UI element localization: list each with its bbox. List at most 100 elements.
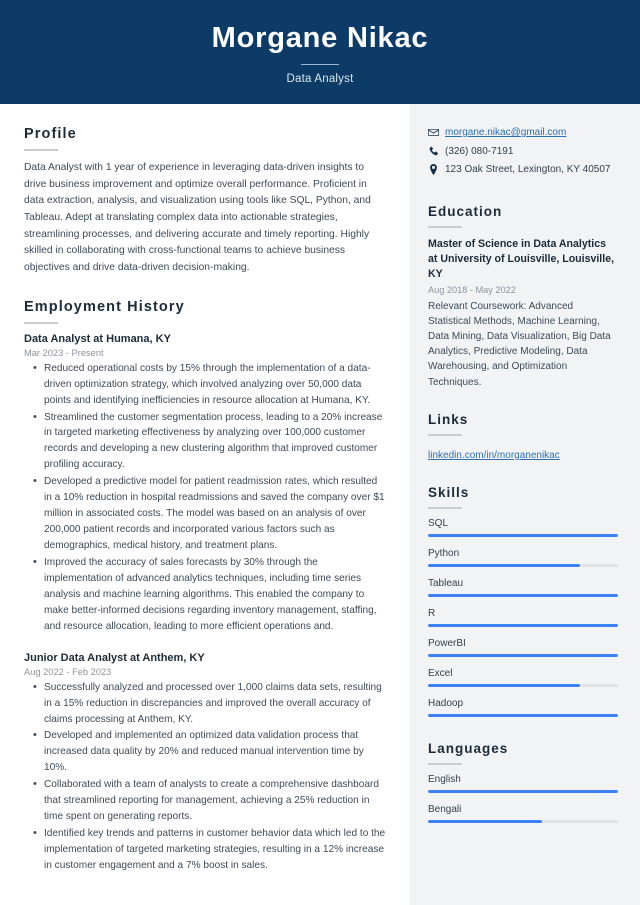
skill-label: SQL [428,517,449,529]
job-bullet: Collaborated with a team of analysts to … [24,776,386,825]
employment-entry: Data Analyst at Humana, KY Mar 2023 - Pr… [24,333,386,635]
skill-bar-fill [428,713,618,717]
job-date-range: Mar 2023 - Present [24,347,104,358]
skill-item: Python [428,548,618,567]
section-education: Education Master of Science in Data Anal… [428,204,618,390]
section-profile: Profile Data Analyst with 1 year of expe… [24,126,386,277]
job-title: Data Analyst at Humana, KY [24,332,171,345]
sidebar-column: morgane.nikac@gmail.com (326) 080-7191 1… [410,104,640,905]
profile-heading-rule [24,149,58,151]
job-bullet-list: Successfully analyzed and processed over… [24,679,386,874]
contact-details: morgane.nikac@gmail.com (326) 080-7191 1… [428,126,618,178]
candidate-job-title: Data Analyst [286,72,354,85]
language-item: English [428,774,618,793]
job-date-range: Aug 2022 - Feb 2023 [24,666,112,677]
skill-bar-fill [428,593,618,597]
profile-text: Data Analyst with 1 year of experience i… [24,162,371,274]
envelope-icon [428,126,445,138]
candidate-name: Morgane Nikac [211,22,429,55]
skill-label: PowerBI [428,637,466,649]
job-bullet: Streamlined the customer segmentation pr… [24,409,386,474]
skill-bar-fill [428,623,618,627]
skill-label: Excel [428,667,453,679]
skill-item: PowerBI [428,638,618,657]
skill-bar-track [428,533,618,537]
education-heading: Education [428,203,503,219]
skill-bar-track [428,563,618,567]
header-divider [301,63,339,65]
education-heading-rule [428,225,462,228]
languages-heading-rule [428,762,462,765]
section-employment-history: Employment History Data Analyst at Human… [24,299,386,874]
skill-item: Tableau [428,578,618,597]
skill-label: Python [428,547,460,559]
job-bullet: Improved the accuracy of sales forecasts… [24,554,386,635]
contact-email-row: morgane.nikac@gmail.com [428,126,618,141]
resume-page: Morgane Nikac Data Analyst Profile Data … [0,0,640,905]
skill-bar-fill [428,653,618,657]
language-label: Bengali [428,803,462,815]
job-bullet-list: Reduced operational costs by 15% through… [24,360,386,635]
employment-heading-rule [24,321,58,324]
linkedin-link[interactable]: linkedin.com/in/morganenikac [428,450,560,461]
skill-bar-fill [428,533,618,537]
education-description: Relevant Coursework: Advanced Statistica… [428,300,611,388]
skill-bar-fill [428,563,580,567]
skill-bar-track [428,713,618,717]
job-bullet: Reduced operational costs by 15% through… [24,360,386,409]
resume-header: Morgane Nikac Data Analyst [0,0,640,104]
education-degree: Master of Science in Data Analytics at U… [428,237,615,280]
employment-heading: Employment History [24,298,185,315]
language-bar-track [428,819,618,823]
resume-body: Profile Data Analyst with 1 year of expe… [0,104,640,905]
location-pin-icon [428,163,445,175]
job-bullet: Identified key trends and patterns in cu… [24,825,386,874]
language-item: Bengali [428,804,618,823]
contact-phone-value: (326) 080-7191 [445,145,514,157]
languages-heading: Languages [428,740,509,756]
skill-bar-track [428,683,618,687]
links-heading-rule [428,433,462,436]
skill-bar-track [428,653,618,657]
skills-heading: Skills [428,484,470,500]
skill-bar-track [428,593,618,597]
section-skills: Skills SQL Python Tableau R PowerBI Exce… [428,485,618,717]
education-date-range: Aug 2018 - May 2022 [428,284,516,295]
profile-heading: Profile [24,126,77,142]
contact-phone-row: (326) 080-7191 [428,145,618,160]
main-column: Profile Data Analyst with 1 year of expe… [0,104,410,905]
section-links: Links linkedin.com/in/morganenikac [428,412,618,463]
language-label: English [428,773,461,785]
skill-label: Hadoop [428,697,464,709]
skill-item: SQL [428,518,618,537]
skill-bar-fill [428,683,580,687]
language-bar-track [428,789,618,793]
phone-icon [428,145,445,157]
skill-label: Tableau [428,577,464,589]
skill-item: Excel [428,668,618,687]
language-bar-fill [428,819,542,823]
job-bullet: Successfully analyzed and processed over… [24,679,386,728]
contact-email-value: morgane.nikac@gmail.com [445,126,618,141]
language-bar-fill [428,789,618,793]
section-languages: Languages English Bengali [428,741,618,823]
skill-bar-track [428,623,618,627]
email-link[interactable]: morgane.nikac@gmail.com [445,127,566,138]
links-heading: Links [428,411,469,427]
contact-address-value: 123 Oak Street, Lexington, KY 40507 [445,164,611,175]
skill-item: Hadoop [428,698,618,717]
skill-item: R [428,608,618,627]
contact-address-row: 123 Oak Street, Lexington, KY 40507 [428,163,618,178]
job-title: Junior Data Analyst at Anthem, KY [24,651,205,664]
job-bullet: Developed a predictive model for patient… [24,473,386,554]
skills-heading-rule [428,506,462,509]
job-bullet: Developed and implemented an optimized d… [24,727,386,776]
employment-entry: Junior Data Analyst at Anthem, KY Aug 20… [24,652,386,874]
skill-label: R [428,607,436,619]
